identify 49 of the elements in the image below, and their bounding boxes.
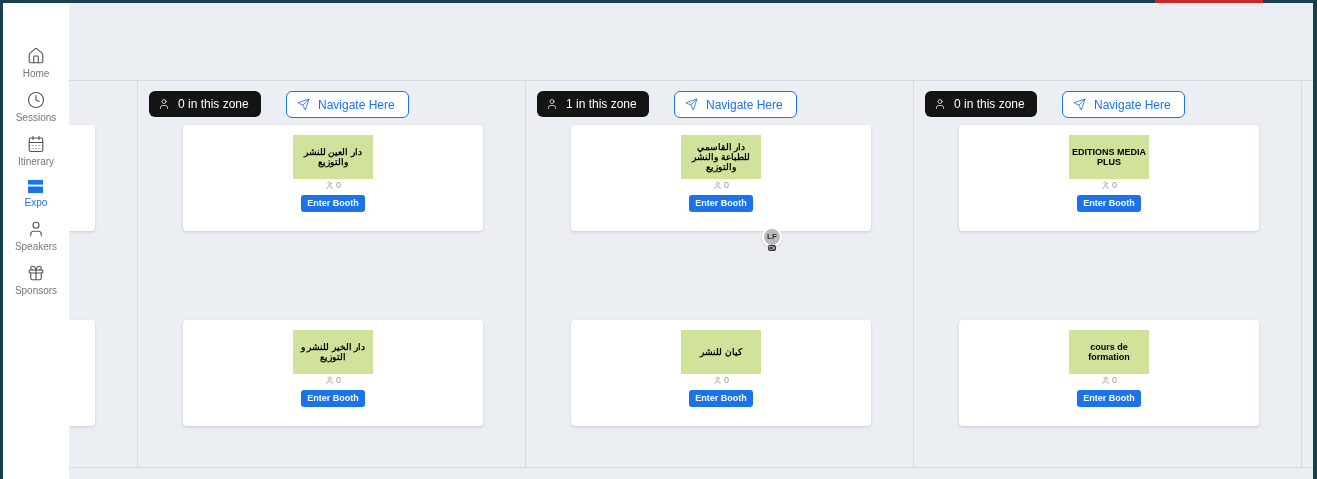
visitor-count: 0 [724, 375, 729, 386]
visitor-icon [1101, 181, 1110, 190]
sidebar-item[interactable]: Speakers [14, 220, 58, 253]
navigate-icon [297, 98, 310, 111]
enter-booth-button[interactable]: Enter Booth [689, 195, 753, 212]
visitor-count: 0 [336, 375, 341, 386]
zone-count: 0 in this zone [954, 96, 1025, 113]
logo-text: EDITIONS MEDIA PLUS [1071, 147, 1147, 167]
booth-icon [27, 179, 45, 194]
logo-text: كيان للنشر [700, 347, 742, 357]
visitor-count: 0 [1112, 375, 1117, 386]
navigate-button[interactable]: Navigate Here [674, 91, 797, 118]
camera-icon [768, 245, 776, 251]
sidebar-item[interactable]: Sponsors [14, 264, 58, 297]
person-icon [158, 98, 170, 110]
logo-text: دار القاسمي للطباعة والنشر والتوزيع [690, 142, 751, 172]
visitor-count: 0 [336, 180, 341, 191]
sidebar-item[interactable]: Home [22, 47, 50, 80]
enter-booth-button[interactable]: Enter Booth [1077, 195, 1141, 212]
navigate-button[interactable]: Navigate Here [286, 91, 409, 118]
enter-booth-button[interactable]: Enter Booth [301, 195, 365, 212]
navigate-icon [685, 98, 698, 111]
logo-text: دار الخير للنشر و التوزيع [299, 342, 367, 362]
user-icon [27, 220, 45, 238]
visitor-icon [1101, 376, 1110, 385]
enter-booth-button[interactable]: Enter Booth [301, 390, 365, 407]
sidebar-item[interactable]: Sessions [15, 91, 57, 124]
sidebar-item[interactable]: Itinerary [17, 135, 55, 168]
person-icon [934, 98, 946, 110]
sidebar-item[interactable]: Expo [24, 179, 48, 209]
enter-booth-button[interactable]: Enter Booth [1077, 390, 1141, 407]
gift-icon [27, 264, 45, 282]
calendar-icon [27, 135, 45, 153]
visitor-count: 0 [724, 180, 729, 191]
zone-count: 0 in this zone [178, 96, 249, 113]
person-icon [546, 98, 558, 110]
visitor-icon [713, 181, 722, 190]
visitor-icon [325, 181, 334, 190]
enter-booth-button[interactable]: Enter Booth [689, 390, 753, 407]
home-icon [27, 47, 45, 65]
visitor-icon [325, 376, 334, 385]
navigate-icon [1073, 98, 1086, 111]
logo-text: دار العين للنشر والتوزيع [302, 147, 363, 167]
logo-text: cours de formation [1087, 342, 1131, 362]
clock-icon [27, 91, 45, 109]
zone-count: 1 in this zone [566, 96, 637, 113]
navigate-button[interactable]: Navigate Here [1062, 91, 1185, 118]
visitor-icon [713, 376, 722, 385]
visitor-count: 0 [1112, 180, 1117, 191]
